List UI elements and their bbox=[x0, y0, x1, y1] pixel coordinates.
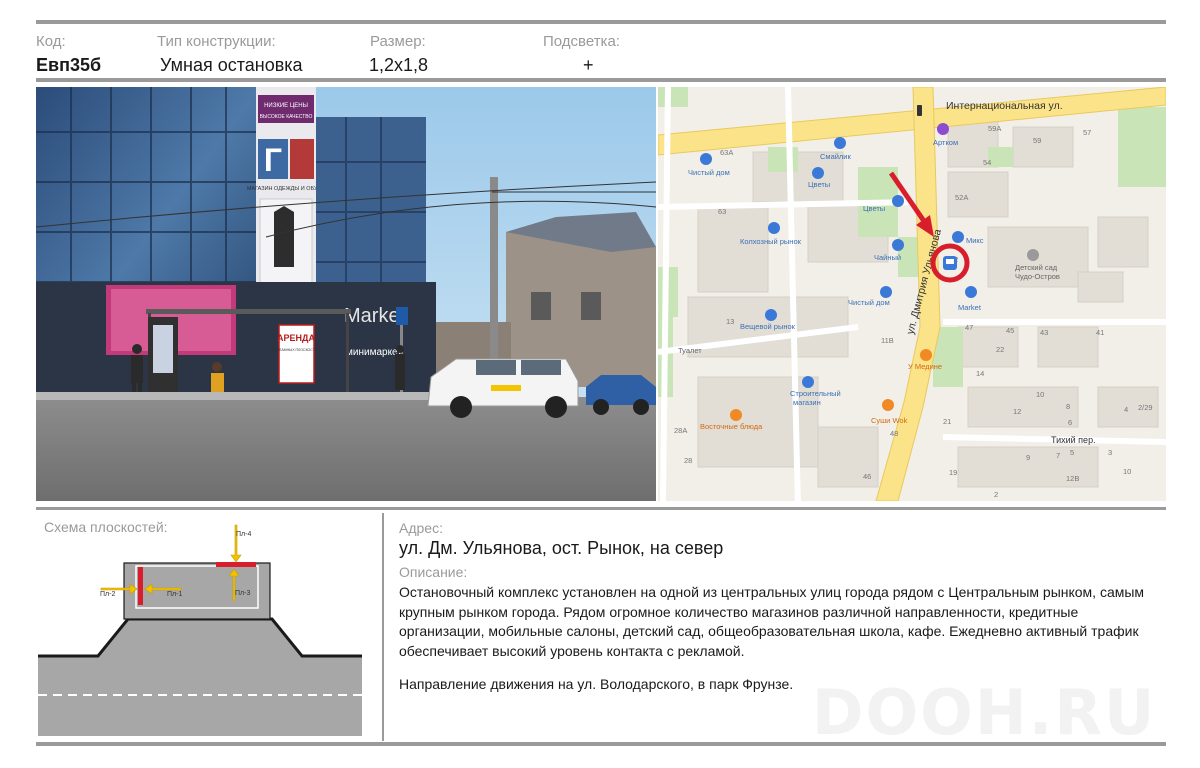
bldg-47: 47 bbox=[965, 323, 973, 332]
poi-vostochnye: Восточные блюда bbox=[700, 422, 763, 431]
poi-veshevoy: Вещевой рынок bbox=[740, 322, 796, 331]
header-bottom-rule bbox=[36, 78, 1166, 82]
poi-kindergarten-line2: Чудо-Остров bbox=[1015, 272, 1060, 281]
bldg-21: 21 bbox=[943, 417, 951, 426]
poi-stroy-line2: магазин bbox=[793, 398, 821, 407]
middle-rule bbox=[36, 507, 1166, 510]
poi-stroy-line1: Строительный bbox=[790, 389, 841, 398]
planes-diagram: Пл-4 Пл-2 Пл-1 Пл-3 bbox=[38, 524, 362, 736]
bldg-43: 43 bbox=[1040, 328, 1048, 337]
street-map: Интернациональная ул. ул. Дмитрия Ульяно… bbox=[658, 87, 1166, 501]
bldg-5: 5 bbox=[1070, 448, 1074, 457]
poi-chayny: Чайный bbox=[874, 253, 901, 262]
bldg-45: 45 bbox=[1006, 326, 1014, 335]
label-p1: Пл-1 bbox=[167, 591, 182, 598]
bldg-19: 19 bbox=[949, 468, 957, 477]
lighting-label: Подсветка: bbox=[543, 33, 620, 50]
label-p2: Пл-2 bbox=[100, 591, 115, 598]
bldg-13: 13 bbox=[726, 317, 734, 326]
bldg-48: 48 bbox=[890, 429, 898, 438]
planes-scheme: Пл-4 Пл-2 Пл-1 Пл-3 bbox=[36, 513, 382, 741]
poi-toilet: Туалет bbox=[678, 346, 702, 355]
street-international: Интернациональная ул. bbox=[946, 100, 1063, 112]
poi-kolkhoz: Колхозный рынок bbox=[740, 237, 802, 246]
address-value: ул. Дм. Ульянова, ост. Рынок, на север bbox=[399, 538, 724, 558]
construction-type-value: Умная остановка bbox=[160, 55, 303, 75]
location-photo: НИЗКИЕ ЦЕНЫ ВЫСОКОЕ КАЧЕСТВО Г МАГАЗИН О… bbox=[36, 87, 656, 501]
bldg-2: 2 bbox=[994, 490, 998, 499]
poi-artkom: Артком bbox=[933, 138, 958, 147]
size-label: Размер: bbox=[370, 33, 426, 50]
clothing-shop-sign: МАГАЗИН ОДЕЖДЫ И ОБУВИ bbox=[247, 186, 325, 192]
minimarket-sign: минимаркет bbox=[346, 347, 402, 358]
poi-tsvety2: Цветы bbox=[863, 204, 885, 213]
bldg-28a: 28А bbox=[674, 426, 687, 435]
poi-tsvety1: Цветы bbox=[808, 180, 830, 189]
bldg-3: 3 bbox=[1108, 448, 1112, 457]
poi-umedine: У Медине bbox=[908, 362, 942, 371]
top-rule bbox=[36, 20, 1166, 24]
bldg-28: 28 bbox=[684, 456, 692, 465]
bldg-11v: 11В bbox=[881, 336, 894, 345]
bldg-46: 46 bbox=[863, 472, 871, 481]
bldg-4: 4 bbox=[1124, 405, 1128, 414]
bldg-12: 12 bbox=[1013, 407, 1021, 416]
sign-floor1: НИЗКИЕ ЦЕНЫ bbox=[264, 103, 308, 109]
bldg-63a: 63А bbox=[720, 148, 733, 157]
sign-floor2: ВЫСОКОЕ КАЧЕСТВО bbox=[260, 114, 313, 120]
label-p4: Пл-4 bbox=[236, 531, 251, 538]
bldg-52a: 52А bbox=[955, 193, 968, 202]
bldg-41: 41 bbox=[1096, 328, 1104, 337]
location-map: Интернациональная ул. ул. Дмитрия Ульяно… bbox=[658, 87, 1166, 501]
traffic-light-icon bbox=[917, 105, 922, 116]
bldg-6: 6 bbox=[1068, 418, 1072, 427]
poi-chisty2: Чистый дом bbox=[848, 298, 890, 307]
rent-poster-sub: РЕКЛАМНЫХ ПЛОСКОСТЕЙ bbox=[272, 348, 320, 352]
poi-chisty1: Чистый дом bbox=[688, 168, 730, 177]
bldg-59a: 59А bbox=[988, 124, 1001, 133]
bldg-7: 7 bbox=[1056, 451, 1060, 460]
plane-4-marker bbox=[216, 562, 256, 567]
bldg-8: 8 bbox=[1066, 402, 1070, 411]
poi-market: Market bbox=[958, 303, 982, 312]
poi-miks: Микс bbox=[966, 236, 984, 245]
bldg-57: 57 bbox=[1083, 128, 1091, 137]
label-p3: Пл-3 bbox=[235, 590, 250, 597]
direction-text: Направление движения на ул. Володарского… bbox=[399, 676, 794, 692]
bldg-2-29: 2/29 bbox=[1138, 403, 1153, 412]
bldg-63: 63 bbox=[718, 207, 726, 216]
poi-smile: Смайлик bbox=[820, 152, 851, 161]
construction-type-label: Тип конструкции: bbox=[157, 33, 276, 50]
poi-kindergarten-line1: Детский сад bbox=[1015, 263, 1058, 272]
code-label: Код: bbox=[36, 33, 66, 50]
big-letter-sign: Г bbox=[264, 142, 282, 178]
rent-poster-title: АРЕНДА bbox=[277, 333, 315, 343]
bldg-10: 10 bbox=[1036, 390, 1044, 399]
bldg-12v: 12В bbox=[1066, 474, 1079, 483]
code-value: Евп35б bbox=[36, 55, 102, 75]
bldg-14: 14 bbox=[976, 369, 984, 378]
vertical-divider bbox=[382, 513, 384, 741]
poi-sushi: Суши Wok bbox=[871, 416, 908, 425]
description-label: Описание: bbox=[399, 564, 468, 580]
size-value: 1,2х1,8 bbox=[369, 55, 429, 75]
street-photo-illustration: НИЗКИЕ ЦЕНЫ ВЫСОКОЕ КАЧЕСТВО Г МАГАЗИН О… bbox=[36, 87, 656, 501]
street-tihiy: Тихий пер. bbox=[1051, 435, 1096, 445]
bldg-10b: 10 bbox=[1123, 467, 1131, 476]
bottom-rule bbox=[36, 742, 1166, 746]
bldg-54: 54 bbox=[983, 158, 991, 167]
description-text: Остановочный комплекс установлен на одно… bbox=[399, 584, 1145, 659]
bldg-22: 22 bbox=[996, 345, 1004, 354]
plane-1-marker bbox=[138, 567, 143, 605]
bldg-59: 59 bbox=[1033, 136, 1041, 145]
bldg-9: 9 bbox=[1026, 453, 1030, 462]
watermark: DOOH.RU bbox=[812, 676, 1157, 749]
lighting-value: + bbox=[583, 55, 594, 75]
address-label: Адрес: bbox=[399, 520, 443, 536]
